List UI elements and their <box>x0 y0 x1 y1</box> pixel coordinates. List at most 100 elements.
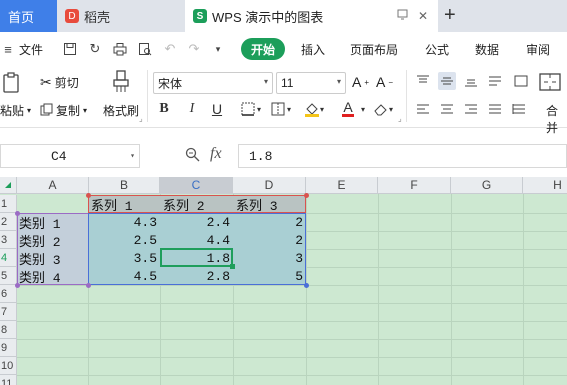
gridline <box>17 357 567 358</box>
align-right-icon[interactable] <box>462 100 480 118</box>
row-header-11[interactable]: 11 <box>0 375 17 385</box>
format-painter-icon[interactable] <box>112 70 130 94</box>
restore-window-icon[interactable] <box>397 9 408 23</box>
menu-review[interactable]: 审阅 <box>526 41 550 58</box>
align-center-icon[interactable] <box>438 100 456 118</box>
gridline <box>17 375 567 376</box>
save-icon[interactable] <box>62 41 78 57</box>
fill-color-icon[interactable]: ▾ <box>302 98 326 120</box>
row-header-3[interactable]: 3 <box>0 231 17 249</box>
menu-formulas[interactable]: 公式 <box>425 41 449 58</box>
font-name-select[interactable]: 宋体 ▾ <box>153 72 273 94</box>
row-header-10[interactable]: 10 <box>0 357 17 375</box>
print-preview-icon[interactable] <box>137 41 153 57</box>
new-tab-icon[interactable]: + <box>444 4 456 27</box>
align-top-icon[interactable] <box>414 72 432 90</box>
undo-icon[interactable]: ↶ <box>162 41 178 57</box>
tab-document-label: WPS 演示中的图表 <box>212 9 324 25</box>
range-resize-handle[interactable] <box>86 283 91 288</box>
range-resize-handle[interactable] <box>86 193 91 198</box>
scissors-icon: ✂ <box>40 74 52 90</box>
column-header-f[interactable]: F <box>378 177 451 194</box>
column-header-e[interactable]: E <box>306 177 378 194</box>
menu-file[interactable]: 文件 <box>19 41 43 58</box>
more-quick-access-icon[interactable]: ▾ <box>210 41 226 57</box>
column-header-b[interactable]: B <box>89 177 160 194</box>
borders-icon[interactable]: ▾ <box>240 98 262 120</box>
cut-button[interactable]: ✂ 剪切 <box>40 74 79 91</box>
hamburger-menu-icon[interactable]: ≡ <box>0 41 16 57</box>
tab-document[interactable]: S WPS 演示中的图表 ✕ <box>185 0 438 32</box>
menu-insert[interactable]: 插入 <box>301 41 325 58</box>
column-header-d[interactable]: D <box>233 177 306 194</box>
row-header-6[interactable]: 6 <box>0 285 17 303</box>
menu-home[interactable]: 开始 <box>241 38 285 60</box>
row-header-4[interactable]: 4 <box>0 249 17 267</box>
function-fx-icon[interactable]: fx <box>210 146 222 165</box>
column-header-a[interactable]: A <box>17 177 89 194</box>
decrease-font-icon[interactable]: A − <box>376 74 393 90</box>
gridline <box>17 339 567 340</box>
bold-icon[interactable]: B <box>155 98 173 120</box>
underline-icon[interactable]: U <box>208 98 226 120</box>
range-resize-handle[interactable] <box>15 211 20 216</box>
column-header-c[interactable]: C <box>160 177 233 194</box>
clipboard-expand-icon[interactable]: ⌟ <box>139 114 143 123</box>
paste-icon[interactable] <box>2 72 22 94</box>
range-resize-handle[interactable] <box>304 193 309 198</box>
wrap-text-icon[interactable] <box>512 72 530 90</box>
select-all-corner[interactable] <box>0 177 17 194</box>
column-header-h[interactable]: H <box>523 177 567 194</box>
gridline <box>17 285 567 286</box>
tab-docer[interactable]: D 稻壳 <box>57 0 185 32</box>
row-header-8[interactable]: 8 <box>0 321 17 339</box>
active-cell-selection[interactable] <box>160 248 233 267</box>
menu-data[interactable]: 数据 <box>475 41 499 58</box>
zoom-search-icon[interactable] <box>185 147 200 165</box>
font-size-select[interactable]: 11 ▾ <box>276 72 346 94</box>
ribbon-home: 粘贴 ▾ ✂ 剪切 复制 ▾ 格式刷 ⌟ 宋体 ▾ 11 ▾ A + A − B… <box>0 66 567 135</box>
text-lines-icon[interactable] <box>486 72 504 90</box>
align-middle-icon[interactable] <box>438 72 456 90</box>
font-size-value: 11 <box>281 76 294 90</box>
row-header-2[interactable]: 2 <box>0 213 17 231</box>
cell-name-box[interactable]: C4 ▾ <box>0 144 140 168</box>
menu-page-layout[interactable]: 页面布局 <box>350 41 398 58</box>
increase-font-icon[interactable]: A + <box>352 74 369 90</box>
formula-value: 1.8 <box>249 148 273 164</box>
spreadsheet-grid[interactable]: A B C D E F G H 1 2 3 4 5 6 7 8 9 10 11 <box>0 177 567 385</box>
font-color-icon[interactable]: A <box>337 98 359 120</box>
copy-button[interactable]: 复制 ▾ <box>40 102 87 119</box>
gridline <box>17 321 567 322</box>
close-tab-icon[interactable]: ✕ <box>418 9 428 23</box>
tab-docer-label: 稻壳 <box>84 9 111 25</box>
font-color-dropdown-icon[interactable]: ▾ <box>359 98 367 120</box>
redo-icon[interactable]: ↷ <box>186 41 202 57</box>
merge-cells-icon[interactable] <box>538 70 562 94</box>
paste-button[interactable]: 粘贴 ▾ <box>0 102 31 119</box>
row-header-1[interactable]: 1 <box>0 195 17 213</box>
column-header-g[interactable]: G <box>451 177 523 194</box>
format-painter-button[interactable]: 格式刷 <box>103 102 139 119</box>
print-icon[interactable] <box>112 41 128 57</box>
font-size-dropdown-icon: ▾ <box>336 77 341 86</box>
formula-input[interactable]: 1.8 <box>238 144 567 168</box>
range-resize-handle[interactable] <box>15 283 20 288</box>
tab-home[interactable]: 首页 <box>0 0 57 32</box>
row-header-9[interactable]: 9 <box>0 339 17 357</box>
export-icon[interactable]: ↻ <box>87 41 103 57</box>
align-bottom-icon[interactable] <box>462 72 480 90</box>
justify-icon[interactable] <box>486 100 504 118</box>
italic-icon[interactable]: I <box>183 98 201 120</box>
row-header-7[interactable]: 7 <box>0 303 17 321</box>
merge-style-icon[interactable]: ▾ <box>270 98 292 120</box>
range-resize-handle[interactable] <box>304 283 309 288</box>
fill-handle[interactable] <box>230 264 235 269</box>
clear-format-icon[interactable]: ▾ <box>370 98 396 120</box>
font-expand-icon[interactable]: ⌟ <box>398 114 402 123</box>
merge-button[interactable]: 合并 <box>546 102 567 136</box>
distributed-icon[interactable] <box>510 100 528 118</box>
row-header-5[interactable]: 5 <box>0 267 17 285</box>
spreadsheet-icon: S <box>193 9 207 23</box>
align-left-icon[interactable] <box>414 100 432 118</box>
